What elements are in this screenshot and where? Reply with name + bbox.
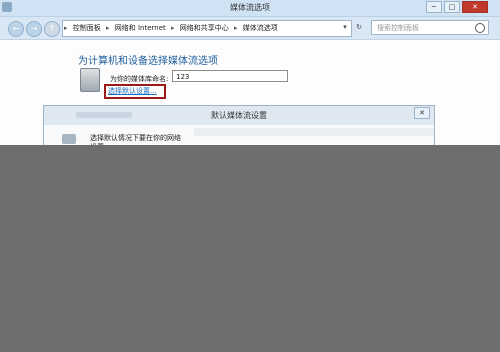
close-button[interactable]: ✕: [462, 1, 488, 13]
back-button[interactable]: ←: [8, 21, 24, 37]
breadcrumb-chevron-icon[interactable]: ▸: [233, 24, 239, 32]
choose-default-settings-link[interactable]: 选择默认设置...: [108, 86, 157, 96]
media-streaming-options-window: 媒体流选项 ─ □ ✕ ← → ↑ ▸ 控制面板 ▸ 网络和 Internet …: [0, 0, 500, 151]
breadcrumb-chevron-icon[interactable]: ▸: [105, 24, 111, 32]
minimize-button[interactable]: ─: [426, 1, 442, 13]
media-library-icon: [80, 68, 100, 92]
maximize-button[interactable]: □: [444, 1, 460, 13]
search-icon[interactable]: [475, 23, 485, 33]
obscured-area: [0, 145, 500, 352]
breadcrumb-media-streaming[interactable]: 媒体流选项: [241, 24, 280, 32]
dialog-header-strip: [194, 128, 434, 136]
search-placeholder: 搜索控制面板: [377, 24, 419, 32]
library-name-label: 为你的媒体库命名:: [110, 75, 169, 83]
breadcrumb-chevron-icon[interactable]: ▸: [170, 24, 176, 32]
navigation-bar: ← → ↑ ▸ 控制面板 ▸ 网络和 Internet ▸ 网络和共享中心 ▸ …: [0, 17, 500, 40]
refresh-icon[interactable]: ↻: [354, 21, 364, 34]
address-bar[interactable]: ▸ 控制面板 ▸ 网络和 Internet ▸ 网络和共享中心 ▸ 媒体流选项: [62, 20, 352, 37]
address-root-chevron-icon[interactable]: ▸: [63, 24, 69, 32]
breadcrumb-control-panel[interactable]: 控制面板: [71, 24, 103, 32]
breadcrumb-network-internet[interactable]: 网络和 Internet: [113, 24, 168, 32]
default-streaming-settings-dialog: 默认媒体流设置 ✕ 选择默认情况下要在你的网络 设置: [43, 105, 435, 151]
search-input[interactable]: 搜索控制面板: [371, 20, 489, 35]
device-icon: [62, 134, 76, 144]
dialog-title: 默认媒体流设置: [211, 111, 267, 120]
dialog-close-button[interactable]: ✕: [414, 107, 430, 119]
window-title: 媒体流选项: [230, 3, 270, 12]
title-bar: 媒体流选项 ─ □ ✕: [0, 0, 500, 17]
forward-button[interactable]: →: [26, 21, 42, 37]
address-dropdown-icon[interactable]: ▾: [340, 21, 350, 34]
library-name-input[interactable]: 123: [172, 70, 288, 82]
up-button[interactable]: ↑: [44, 21, 60, 37]
breadcrumb-network-sharing-center[interactable]: 网络和共享中心: [178, 24, 231, 32]
page-heading: 为计算机和设备选择媒体流选项: [78, 56, 218, 67]
